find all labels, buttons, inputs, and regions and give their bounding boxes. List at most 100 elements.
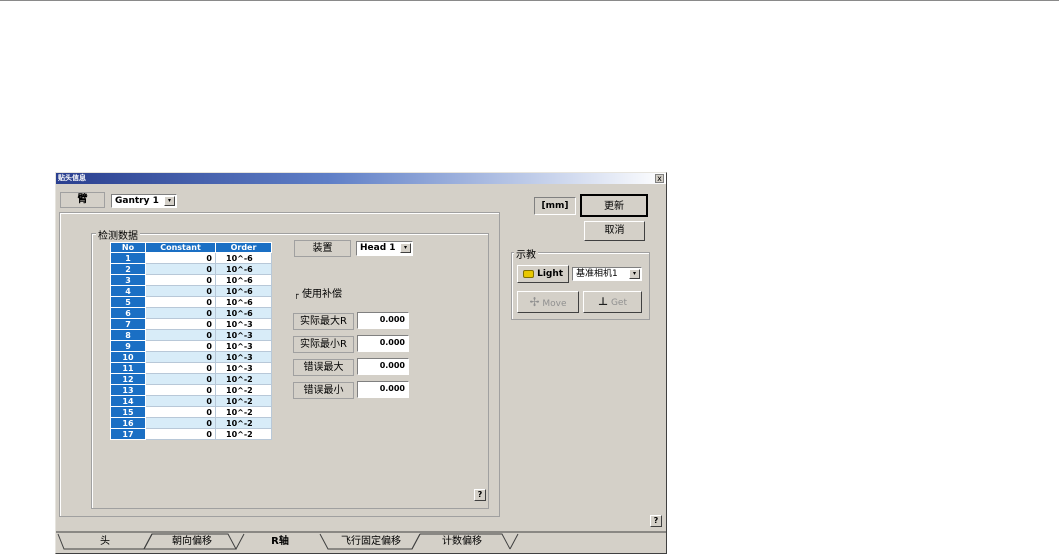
order-cell[interactable]: 10^-6 (215, 307, 272, 319)
order-cell[interactable]: 10^-2 (215, 395, 272, 407)
constant-cell[interactable]: 0 (145, 428, 216, 440)
row-number: 11 (110, 362, 146, 374)
error-max-value[interactable]: 0.000 (357, 358, 409, 375)
constant-cell[interactable]: 0 (145, 252, 216, 264)
light-bulb-icon (522, 269, 534, 278)
tab-flying-fixed-offset[interactable]: 飞行固定偏移 (328, 534, 414, 549)
order-cell[interactable]: 10^-6 (215, 296, 272, 308)
row-number: 9 (110, 340, 146, 352)
table-row[interactable]: 14 0 10^-2 (110, 395, 272, 407)
order-cell[interactable]: 10^-6 (215, 285, 272, 297)
tab-bar: 头 朝向偏移 R轴 飞行固定偏移 计数偏移 (56, 531, 666, 553)
table-row[interactable]: 8 0 10^-3 (110, 329, 272, 341)
error-min-value[interactable]: 0.000 (357, 381, 409, 398)
constant-cell[interactable]: 0 (145, 307, 216, 319)
move-button-label: Move (542, 299, 567, 309)
table-row[interactable]: 12 0 10^-2 (110, 373, 272, 385)
constant-cell[interactable]: 0 (145, 384, 216, 396)
order-cell[interactable]: 10^-3 (215, 340, 272, 352)
table-row[interactable]: 3 0 10^-6 (110, 274, 272, 286)
table-row[interactable]: 17 0 10^-2 (110, 428, 272, 440)
checkbox-icon[interactable]: ┌ (294, 290, 299, 299)
chevron-down-icon[interactable]: ▾ (400, 243, 411, 253)
table-row[interactable]: 4 0 10^-6 (110, 285, 272, 297)
row-number: 1 (110, 252, 146, 264)
actual-min-r-label: 实际最小R (293, 336, 354, 353)
constant-cell[interactable]: 0 (145, 274, 216, 286)
light-button[interactable]: Light (517, 265, 569, 283)
unit-display: [mm] (534, 197, 576, 215)
device-select[interactable]: Head 1 ▾ (356, 241, 413, 256)
constant-cell[interactable]: 0 (145, 296, 216, 308)
row-number: 15 (110, 406, 146, 418)
order-cell[interactable]: 10^-3 (215, 351, 272, 363)
constant-cell[interactable]: 0 (145, 373, 216, 385)
constant-cell[interactable]: 0 (145, 263, 216, 275)
update-button[interactable]: 更新 (580, 194, 648, 217)
use-compensation-checkbox[interactable]: ┌ 使用补偿 (294, 288, 342, 301)
constant-cell[interactable]: 0 (145, 318, 216, 330)
constant-cell[interactable]: 0 (145, 340, 216, 352)
help-button-detection[interactable]: ? (474, 489, 486, 501)
chevron-down-icon[interactable]: ▾ (629, 269, 640, 279)
head-info-dialog: 贴头信息 x 臂 Gantry 1 ▾ 检测数据 No Constant Ord… (55, 172, 667, 554)
row-number: 7 (110, 318, 146, 330)
row-number: 13 (110, 384, 146, 396)
actual-max-r-value[interactable]: 0.000 (357, 312, 409, 329)
constant-cell[interactable]: 0 (145, 285, 216, 297)
get-button[interactable]: ⊥ Get (583, 291, 642, 313)
constant-cell[interactable]: 0 (145, 417, 216, 429)
table-row[interactable]: 13 0 10^-2 (110, 384, 272, 396)
move-button[interactable]: ✢ Move (517, 291, 579, 313)
order-cell[interactable]: 10^-2 (215, 406, 272, 418)
table-row[interactable]: 5 0 10^-6 (110, 296, 272, 308)
table-header-row: No Constant Order (110, 242, 272, 253)
order-cell[interactable]: 10^-2 (215, 384, 272, 396)
order-cell[interactable]: 10^-3 (215, 318, 272, 330)
cancel-button[interactable]: 取消 (584, 221, 645, 241)
row-number: 3 (110, 274, 146, 286)
help-button-main[interactable]: ? (650, 515, 662, 527)
tab-head[interactable]: 头 (66, 534, 144, 549)
order-cell[interactable]: 10^-3 (215, 329, 272, 341)
row-number: 14 (110, 395, 146, 407)
camera-select[interactable]: 基准相机1 ▾ (572, 267, 642, 281)
table-row[interactable]: 11 0 10^-3 (110, 362, 272, 374)
actual-min-r-value[interactable]: 0.000 (357, 335, 409, 352)
constant-cell[interactable]: 0 (145, 351, 216, 363)
table-row[interactable]: 15 0 10^-2 (110, 406, 272, 418)
table-row[interactable]: 7 0 10^-3 (110, 318, 272, 330)
error-min-label: 错误最小 (293, 382, 354, 399)
order-cell[interactable]: 10^-2 (215, 417, 272, 429)
constant-cell[interactable]: 0 (145, 395, 216, 407)
row-number: 10 (110, 351, 146, 363)
order-cell[interactable]: 10^-6 (215, 274, 272, 286)
constant-cell[interactable]: 0 (145, 362, 216, 374)
detection-table: No Constant Order 1 0 10^-6 2 0 10^-6 3 0 10^-6 4… (110, 242, 272, 440)
close-button[interactable]: x (655, 174, 664, 183)
detection-group-caption: 检测数据 (96, 227, 140, 242)
chevron-down-icon[interactable]: ▾ (164, 196, 175, 206)
order-cell[interactable]: 10^-2 (215, 373, 272, 385)
table-row[interactable]: 16 0 10^-2 (110, 417, 272, 429)
table-row[interactable]: 1 0 10^-6 (110, 252, 272, 264)
get-robot-icon: ⊥ (598, 295, 609, 308)
constant-cell[interactable]: 0 (145, 406, 216, 418)
table-row[interactable]: 2 0 10^-6 (110, 263, 272, 275)
order-cell[interactable]: 10^-6 (215, 263, 272, 275)
row-number: 5 (110, 296, 146, 308)
arm-label: 臂 (60, 192, 105, 208)
tab-r-axis[interactable]: R轴 (242, 534, 318, 549)
tab-count-offset[interactable]: 计数偏移 (420, 534, 504, 549)
order-cell[interactable]: 10^-2 (215, 428, 272, 440)
table-row[interactable]: 10 0 10^-3 (110, 351, 272, 363)
table-row[interactable]: 6 0 10^-6 (110, 307, 272, 319)
get-button-label: Get (610, 298, 627, 308)
order-cell[interactable]: 10^-6 (215, 252, 272, 264)
tab-orientation-offset[interactable]: 朝向偏移 (154, 534, 230, 549)
order-cell[interactable]: 10^-3 (215, 362, 272, 374)
constant-cell[interactable]: 0 (145, 329, 216, 341)
table-row[interactable]: 9 0 10^-3 (110, 340, 272, 352)
arm-select[interactable]: Gantry 1 ▾ (111, 194, 177, 208)
teach-group-caption: 示教 (514, 246, 538, 261)
